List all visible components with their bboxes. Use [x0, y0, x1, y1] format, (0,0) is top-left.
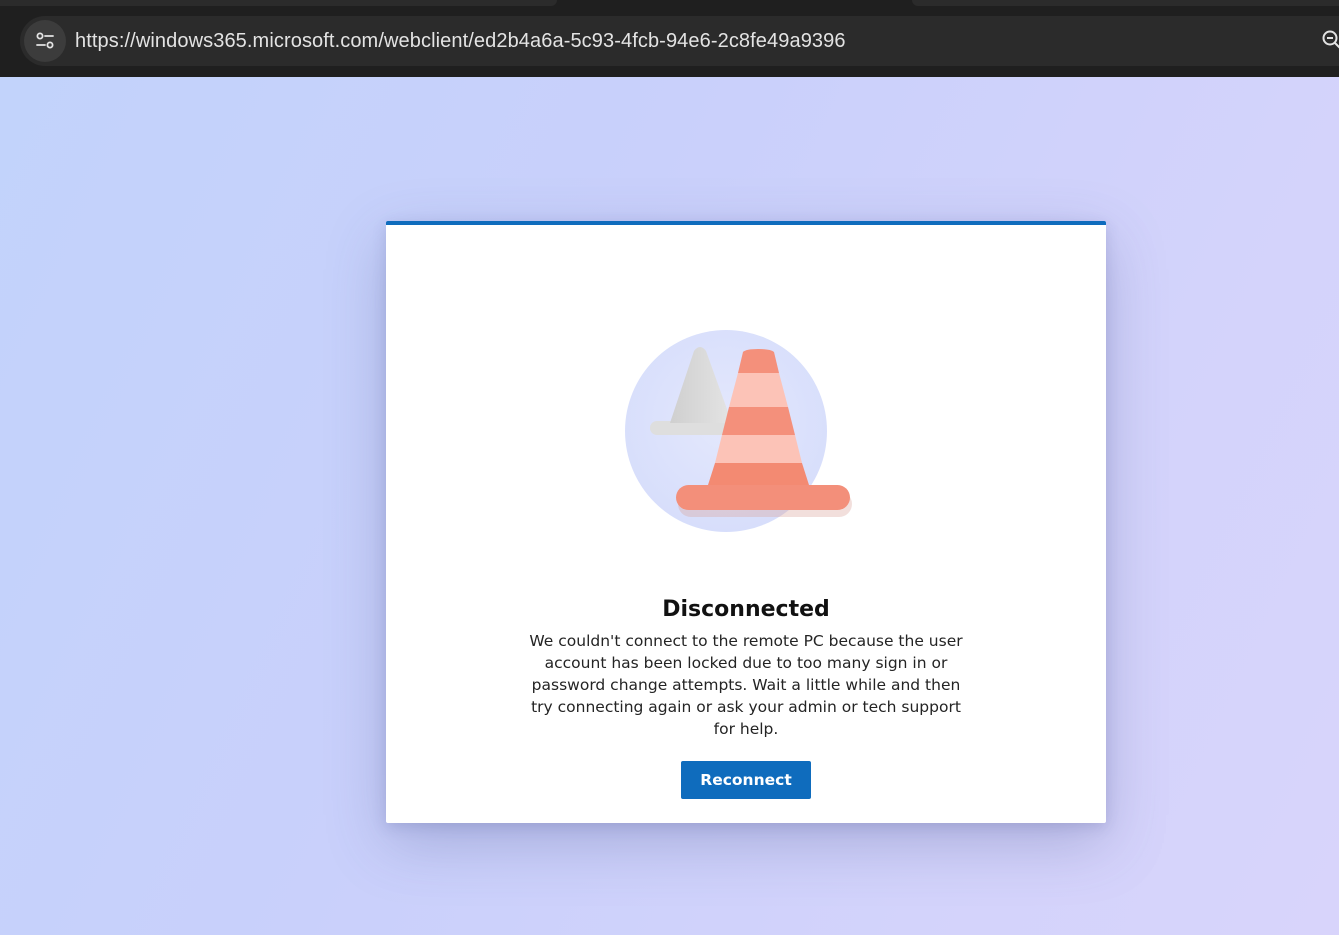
- zoom-icon[interactable]: [1320, 28, 1339, 50]
- traffic-cones-icon: [622, 325, 862, 540]
- tab-strip: [912, 0, 1339, 6]
- address-bar[interactable]: https://windows365.microsoft.com/webclie…: [20, 16, 1339, 66]
- url-text[interactable]: https://windows365.microsoft.com/webclie…: [75, 30, 846, 53]
- tune-icon[interactable]: [24, 20, 66, 62]
- dialog-title: Disconnected: [662, 597, 830, 622]
- reconnect-button[interactable]: Reconnect: [681, 761, 811, 799]
- tab-strip: [0, 0, 557, 6]
- disconnected-dialog: Disconnected We couldn't connect to the …: [386, 221, 1106, 823]
- dialog-message: We couldn't connect to the remote PC bec…: [529, 632, 963, 738]
- browser-toolbar: https://windows365.microsoft.com/webclie…: [0, 0, 1339, 77]
